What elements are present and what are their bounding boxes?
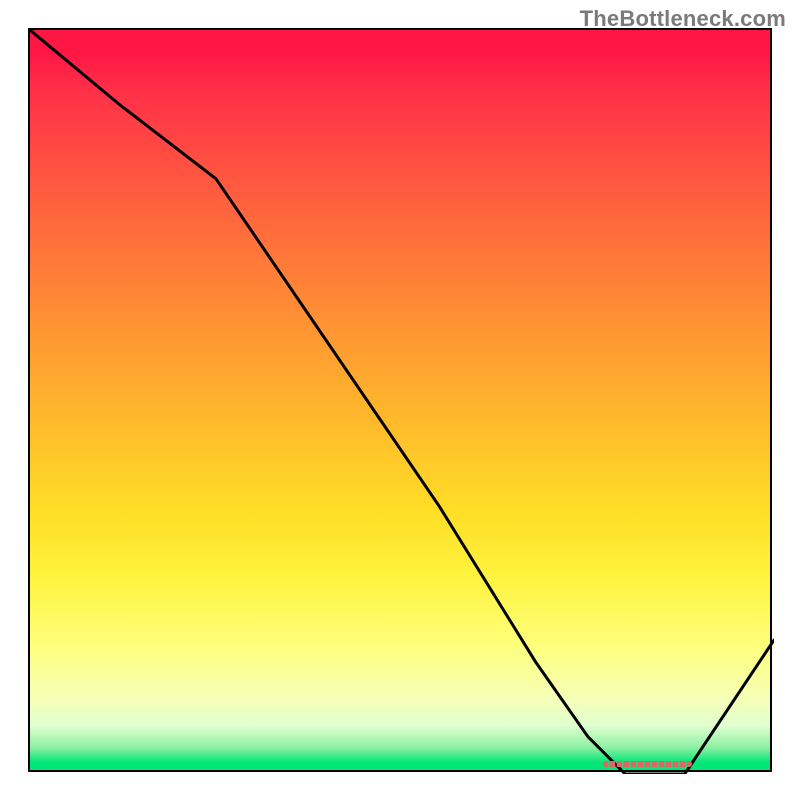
source-watermark: TheBottleneck.com — [580, 6, 786, 32]
bottleneck-curve-path — [30, 30, 774, 774]
bottleneck-line-chart — [30, 30, 774, 774]
chart-stage: TheBottleneck.com — [0, 0, 800, 800]
chart-plot-area — [28, 28, 772, 772]
optimal-range-marker — [603, 761, 692, 767]
